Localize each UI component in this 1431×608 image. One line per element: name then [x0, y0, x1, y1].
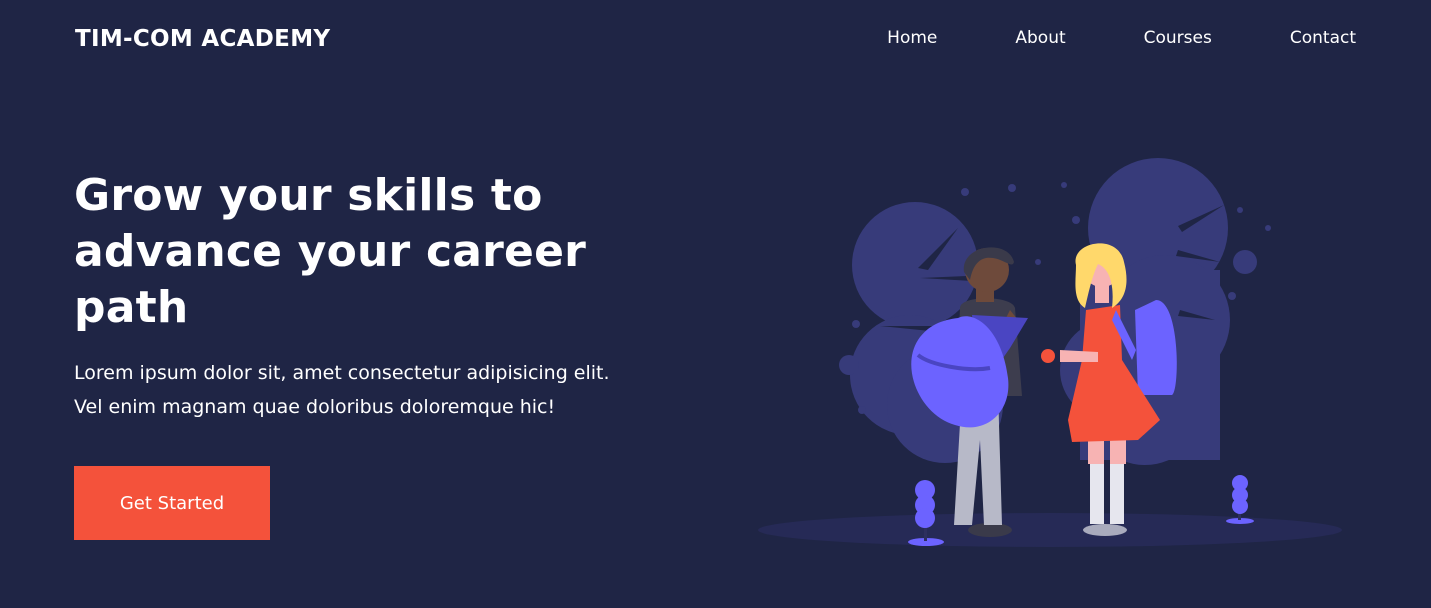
- nav-menu: Home About Courses Contact: [887, 28, 1356, 48]
- hero-description-line-2: Vel enim magnam quae doloribus doloremqu…: [74, 396, 556, 418]
- nav-link-contact[interactable]: Contact: [1290, 28, 1356, 48]
- background-blobs: [850, 158, 1230, 465]
- ground-shadow: [758, 513, 1342, 547]
- get-started-button[interactable]: Get Started: [74, 466, 270, 540]
- nav-link-home[interactable]: Home: [887, 28, 937, 48]
- hero-section: Grow your skills to advance your career …: [74, 168, 674, 424]
- nav-link-about[interactable]: About: [1015, 28, 1065, 48]
- hero-description: Lorem ipsum dolor sit, amet consectetur …: [74, 356, 674, 424]
- navbar: TIM-COM ACADEMY Home About Courses Conta…: [0, 0, 1431, 78]
- students-with-backpacks-illustration: [758, 158, 1342, 547]
- hero-headline: Grow your skills to advance your career …: [74, 170, 587, 333]
- nav-link-courses[interactable]: Courses: [1144, 28, 1212, 48]
- hero-description-line-1: Lorem ipsum dolor sit, amet consectetur …: [74, 362, 610, 384]
- landing-page: TIM-COM ACADEMY Home About Courses Conta…: [0, 0, 1431, 608]
- brand-logo[interactable]: TIM-COM ACADEMY: [75, 26, 330, 52]
